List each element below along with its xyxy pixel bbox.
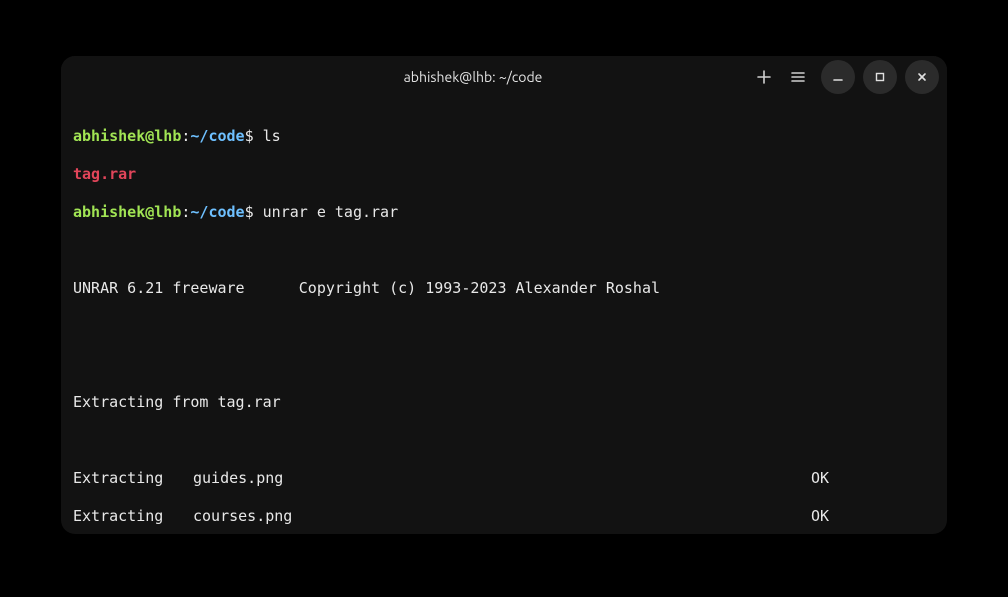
close-button[interactable] (905, 60, 939, 94)
prompt-dollar: $ (245, 127, 263, 145)
minimize-button[interactable] (821, 60, 855, 94)
minimize-icon (832, 71, 844, 83)
blank-line (73, 317, 935, 336)
command-text: ls (263, 127, 281, 145)
hamburger-icon (790, 69, 806, 85)
menu-button[interactable] (787, 66, 809, 88)
blank-line (73, 241, 935, 260)
prompt-path: code (208, 203, 244, 221)
terminal-window: abhishek@lhb: ~/code (61, 56, 947, 534)
prompt-user: abhishek (73, 127, 145, 145)
blank-line (73, 431, 935, 450)
extract-file: guides.png (193, 469, 811, 488)
extract-label: Extracting (73, 507, 193, 526)
prompt-line: abhishek@lhb:~/code$ unrar e tag.rar (73, 203, 935, 222)
prompt-host: lhb (154, 203, 181, 221)
plus-icon (756, 69, 772, 85)
prompt-dollar: $ (245, 203, 263, 221)
prompt-at: @ (145, 127, 154, 145)
window-buttons (821, 60, 939, 94)
command-text: unrar e tag.rar (263, 203, 398, 221)
extract-ok: OK (811, 469, 829, 488)
extracting-from: Extracting from tag.rar (73, 393, 935, 412)
maximize-icon (874, 71, 886, 83)
titlebar-controls (753, 60, 939, 94)
window-title: abhishek@lhb: ~/code (193, 69, 753, 85)
prompt-path: code (208, 127, 244, 145)
blank-line (73, 355, 935, 374)
extract-line: Extracting guides.pngOK (73, 469, 935, 488)
prompt-tilde: ~/ (190, 203, 208, 221)
archive-file: tag.rar (73, 165, 136, 183)
maximize-button[interactable] (863, 60, 897, 94)
prompt-line: abhishek@lhb:~/code$ ls (73, 127, 935, 146)
extract-ok: OK (811, 507, 829, 526)
extract-line: Extracting courses.pngOK (73, 507, 935, 526)
prompt-host: lhb (154, 127, 181, 145)
output-line: tag.rar (73, 165, 935, 184)
terminal-content[interactable]: abhishek@lhb:~/code$ ls tag.rar abhishek… (61, 98, 947, 534)
new-tab-button[interactable] (753, 66, 775, 88)
prompt-user: abhishek (73, 203, 145, 221)
extract-file: courses.png (193, 507, 811, 526)
close-icon (916, 71, 928, 83)
extract-label: Extracting (73, 469, 193, 488)
prompt-tilde: ~/ (190, 127, 208, 145)
unrar-banner: UNRAR 6.21 freeware Copyright (c) 1993-2… (73, 279, 935, 298)
prompt-at: @ (145, 203, 154, 221)
titlebar: abhishek@lhb: ~/code (61, 56, 947, 98)
